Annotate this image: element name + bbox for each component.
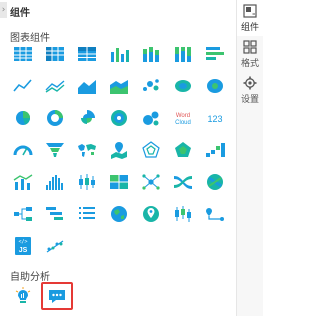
word-cloud-line2: Cloud <box>175 120 191 126</box>
word-cloud-icon[interactable]: Word Cloud <box>171 107 195 129</box>
word-cloud-line1: Word <box>176 113 190 119</box>
js-code-top: </> <box>18 239 27 245</box>
chord-icon[interactable] <box>203 171 227 193</box>
trend-scatter-icon[interactable] <box>43 235 67 257</box>
stacked-area-icon[interactable] <box>107 75 131 97</box>
tab-components[interactable]: 组件 <box>237 0 263 36</box>
line-chart-icon[interactable] <box>11 75 35 97</box>
section-title-analysis: 自助分析 <box>10 272 50 283</box>
gear-icon <box>243 76 257 90</box>
horizontal-bar-icon[interactable] <box>203 43 227 65</box>
bubble-icon[interactable] <box>171 75 195 97</box>
side-tab-bar: 组件 格式 设置 <box>237 0 263 316</box>
map-bubble-icon[interactable] <box>203 75 227 97</box>
radar-icon[interactable] <box>139 139 163 161</box>
rose-chart-icon[interactable] <box>75 107 99 129</box>
combo-bar-line-icon[interactable] <box>11 171 35 193</box>
funnel-icon[interactable] <box>43 139 67 161</box>
gauge-icon[interactable] <box>11 139 35 161</box>
candlestick-icon[interactable] <box>171 203 195 225</box>
pentagon-radar-icon[interactable] <box>171 139 195 161</box>
grid-format-icon <box>243 40 257 54</box>
tab-format[interactable]: 格式 <box>237 36 263 72</box>
insight-lightbulb-icon[interactable] <box>11 285 35 307</box>
world-map-icon[interactable] <box>75 139 99 161</box>
percent-bar-icon[interactable] <box>171 43 195 65</box>
cross-table-icon[interactable] <box>43 43 67 65</box>
boxplot-icon[interactable] <box>75 171 99 193</box>
component-icon <box>243 4 257 18</box>
js-code-text: JS <box>19 247 28 254</box>
list-icon[interactable] <box>75 203 99 225</box>
kpi-number-icon[interactable]: 123 <box>203 107 227 129</box>
sunburst-icon[interactable] <box>107 107 131 129</box>
cluster-bubble-icon[interactable] <box>139 107 163 129</box>
scatter-icon[interactable] <box>139 75 163 97</box>
kpi-number-text: 123 <box>207 114 222 124</box>
tab-format-label: 格式 <box>240 59 259 69</box>
multi-line-icon[interactable] <box>43 75 67 97</box>
tree-icon[interactable] <box>11 203 35 225</box>
table-icon[interactable] <box>11 43 35 65</box>
tab-settings[interactable]: 设置 <box>237 72 263 108</box>
panel-title: 组件 <box>10 8 30 19</box>
bar-chart-icon[interactable] <box>107 43 131 65</box>
selected-item-highlight <box>41 282 73 310</box>
gantt-icon[interactable] <box>43 203 67 225</box>
component-library: › 组件 图表组件 Word Cloud 123 </> JS 自助分析 <box>0 0 237 316</box>
histogram-icon[interactable] <box>43 171 67 193</box>
tab-settings-label: 设置 <box>240 95 259 105</box>
area-chart-icon[interactable] <box>75 75 99 97</box>
route-icon[interactable] <box>203 203 227 225</box>
pie-chart-icon[interactable] <box>11 107 35 129</box>
heat-table-icon[interactable] <box>107 171 131 193</box>
component-panel: › 组件 图表组件 Word Cloud 123 </> JS 自助分析 组件 … <box>0 0 263 316</box>
location-icon[interactable] <box>139 203 163 225</box>
donut-chart-icon[interactable] <box>43 107 67 129</box>
tab-components-label: 组件 <box>240 23 259 33</box>
detail-table-icon[interactable] <box>75 43 99 65</box>
stacked-bar-icon[interactable] <box>139 43 163 65</box>
network-icon[interactable] <box>139 171 163 193</box>
panel-header: › 组件 <box>0 0 237 22</box>
section-title-charts: 图表组件 <box>10 33 50 44</box>
sankey-icon[interactable] <box>171 171 195 193</box>
js-code-icon[interactable]: </> JS <box>11 235 35 257</box>
collapse-arrow-icon[interactable]: › <box>0 2 7 18</box>
step-bar-icon[interactable] <box>203 139 227 161</box>
globe-icon[interactable] <box>107 203 131 225</box>
map-pin-icon[interactable] <box>107 139 131 161</box>
